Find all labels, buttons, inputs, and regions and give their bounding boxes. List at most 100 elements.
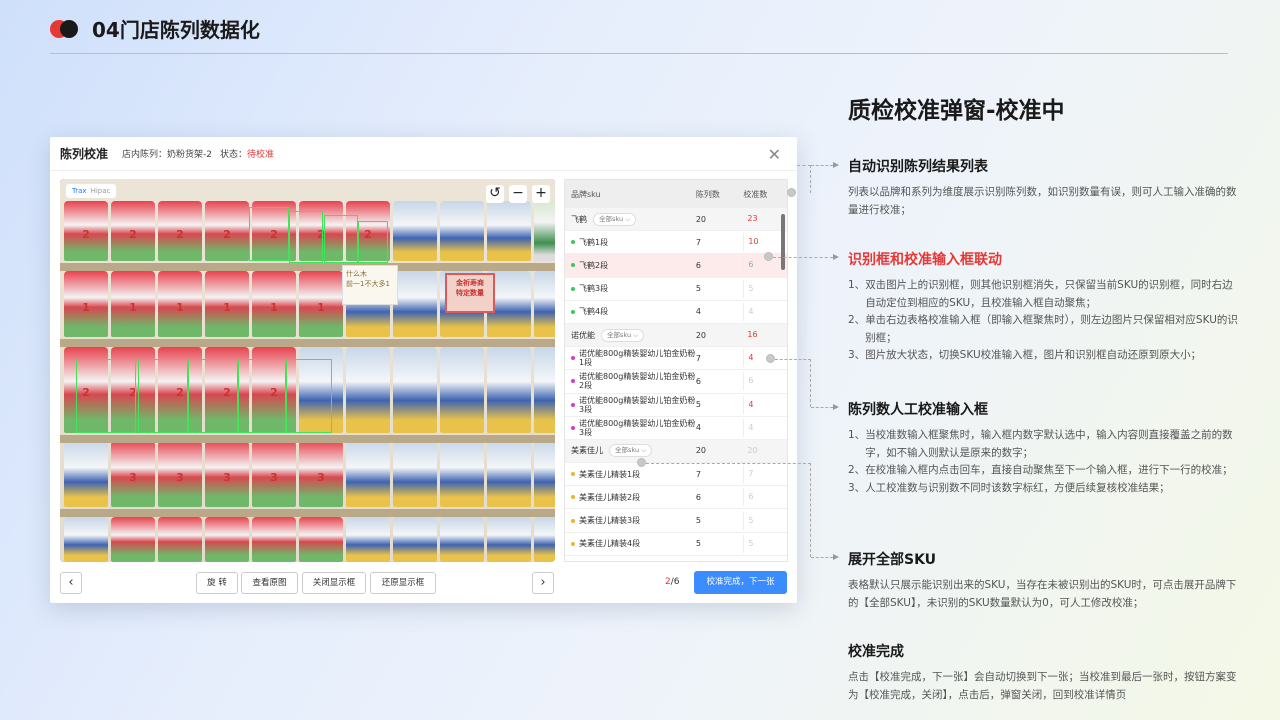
sku-cell: 诺优能800g精装婴幼儿铂金奶粉3段 [565,396,696,414]
product-can [534,347,555,433]
display-count: 7 [695,237,701,247]
display-count: 5 [695,400,701,410]
calibration-input[interactable]: 6 [743,256,781,275]
brand-row: 诺优能 全部sku ⌵ 20 16 [565,323,787,348]
connector-line [811,165,833,166]
series-dot-icon [571,379,575,384]
detection-box[interactable] [324,215,358,263]
rotate-button[interactable]: 旋 转 [196,572,238,594]
product-can [346,347,390,433]
hide-boxes-button[interactable]: 关闭显示框 [302,572,366,594]
line-number: 2、 [848,464,866,476]
product-can [393,441,437,507]
product-can [111,517,155,562]
calibration-input[interactable]: 5 [743,279,781,298]
connector-line [811,557,833,558]
series-dot-icon [571,541,575,546]
rotate-icon[interactable]: ↺ [486,185,504,203]
all-sku-dropdown[interactable]: 全部sku ⌵ [593,212,637,226]
col-sku: 品牌sku [571,189,601,199]
can-stage-number: 2 [129,228,137,241]
product-can: 2 [64,201,108,261]
brand-calibrated-total: 23 [747,214,758,224]
can-stage-number: 1 [270,300,278,314]
tab-hipac[interactable]: Hipac [91,187,111,195]
section-line: 3、 人工校准数与识别数不同时该数字标红，方便后续复核校准结果； [848,480,1240,498]
connector-line [775,359,811,407]
calibration-input[interactable]: 10 [743,233,781,252]
detection-box[interactable] [358,221,388,263]
connector-line [773,257,833,258]
line-text: 图片放大状态，切换SKU校准输入框，图片和识别框自动还原到原大小； [865,349,1202,361]
view-original-button[interactable]: 查看原图 [241,572,298,594]
complete-next-button[interactable]: 校准完成，下一张 [694,571,787,594]
detection-box[interactable] [289,211,323,263]
product-can: 1 [252,271,296,337]
brand-calibrated-total: 16 [747,330,758,340]
product-can [440,347,484,433]
tab-trax[interactable]: Trax [72,187,87,195]
section-body: 表格默认只展示能识别出来的SKU，当存在未被识别出的SKU时，可点击展开品牌下的… [848,577,1240,612]
product-can [487,347,531,433]
restore-boxes-button[interactable]: 还原显示框 [370,572,436,594]
sku-row: 诺优能800g精装婴幼儿铂金奶粉1段 7 4 [565,347,787,371]
sku-name: 飞鹤4段 [579,307,609,317]
detection-box[interactable] [249,207,289,261]
page-title: 04门店陈列数据化 [92,18,260,42]
section-title: 识别框和校准输入框联动 [848,252,1002,268]
detection-box[interactable] [286,359,332,433]
product-can [346,517,390,562]
product-can [440,201,484,261]
close-icon[interactable]: ✕ [768,145,781,164]
product-can [440,517,484,562]
sku-name: 美素佳儿精装1段 [579,469,641,479]
section-line: 点击【校准完成，下一张】会自动切换到下一张；当校准到最后一张时，按钮方案变为【校… [848,669,1240,704]
dialog-title: 陈列校准 [60,147,109,161]
can-stage-number: 2 [223,228,231,241]
section-line: 表格默认只展示能识别出来的SKU，当存在未被识别出的SKU时，可点击展开品牌下的… [848,577,1240,612]
detection-box[interactable] [138,359,188,433]
calibrated-cell: 16 [743,326,787,344]
brand-row: 飞鹤 全部sku ⌵ 20 23 [565,208,787,232]
sku-cell: 诺优能 全部sku ⌵ [565,328,696,342]
product-can [64,441,108,507]
all-sku-dropdown[interactable]: 全部sku ⌵ [609,444,653,458]
table-scrollbar[interactable] [781,214,785,270]
all-sku-dropdown[interactable]: 全部sku ⌵ [601,328,645,342]
can-stage-number: 3 [317,470,325,484]
display-count: 20 [695,330,707,340]
line-text: 列表以品牌和系列为维度展示识别陈列数，如识别数量有误，则可人工输入准确的数量进行… [848,186,1237,216]
detection-box[interactable] [188,359,238,433]
connector-line [797,165,811,193]
section-body: 1、 当校准数输入框聚焦时，输入框内数字默认选中，输入内容则直接覆盖之前的数字，如… [848,427,1240,497]
detection-box[interactable] [238,359,286,433]
section-line: 2、 在校准输入框内点击回车，直接自动聚焦至下一个输入框，进行下一行的校准； [848,462,1240,480]
algorithm-switch[interactable]: Trax Hipac [66,184,117,198]
calibrated-cell: 4 [743,418,787,437]
shelf-photo[interactable]: 22222221111112222233333 什么木 前一1不大多1 金祈寿商… [60,179,555,562]
product-can: 3 [252,441,296,507]
prev-image-button[interactable]: ‹ [60,572,82,594]
display-count: 7 [695,353,701,363]
sku-name: 飞鹤2段 [579,260,609,270]
dialog-footer: ‹ 旋 转 查看原图 关闭显示框 还原显示框 › 2/6 校准完成，下一张 [60,571,787,596]
connector-line [811,407,833,408]
product-can: 1 [111,271,155,337]
line-text: 表格默认只展示能识别出来的SKU，当存在未被识别出的SKU时，可点击展开品牌下的… [848,579,1237,609]
zoom-out-button[interactable]: − [509,185,527,203]
line-number: 1、 [848,429,866,441]
calibration-input[interactable]: 4 [743,418,781,437]
line-number: 3、 [848,481,866,494]
col-count: 陈列数 [695,189,720,199]
next-image-button[interactable]: › [532,572,554,594]
sku-name: 诺优能800g精装婴幼儿铂金奶粉3段 [579,395,696,414]
detection-box[interactable] [76,359,136,433]
product-can: 1 [205,271,249,337]
series-dot-icon [571,286,575,291]
series-dot-icon [571,425,575,430]
sku-cell: 飞鹤 全部sku ⌵ [565,212,696,226]
product-can [252,517,296,562]
calibration-input[interactable]: 4 [743,302,781,321]
zoom-in-button[interactable]: + [532,185,550,203]
sku-cell: 飞鹤1段 [565,238,696,247]
